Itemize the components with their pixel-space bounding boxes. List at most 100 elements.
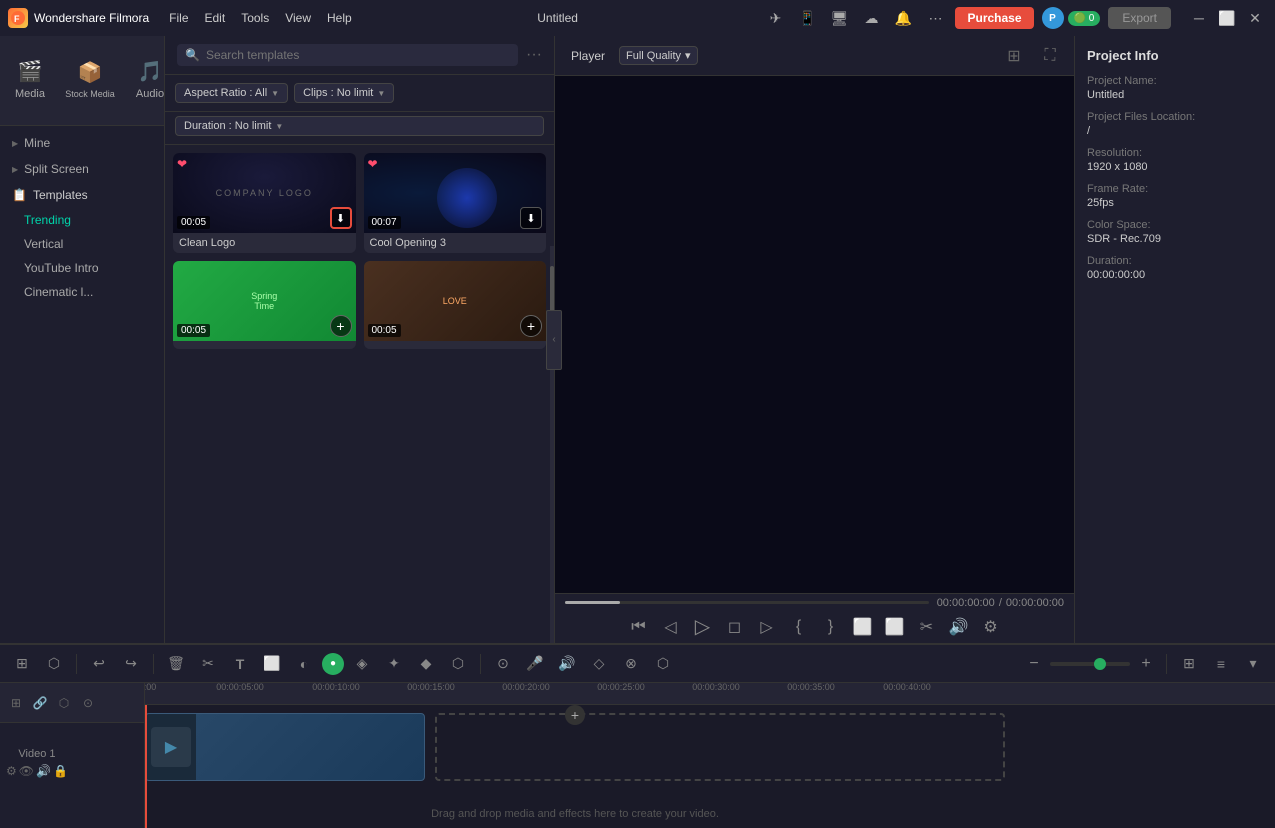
speed-button[interactable]: ⬡ — [444, 650, 472, 678]
video-clip[interactable]: ▶ — [145, 713, 425, 781]
cut-button[interactable]: ✂ — [194, 650, 222, 678]
template-card-clean-logo[interactable]: COMPANY LOGO ❤ 00:05 ⬇ Clean Logo — [173, 153, 356, 253]
quality-select[interactable]: Full Quality ▾ — [619, 46, 698, 65]
nav-sub-trending[interactable]: Trending — [0, 208, 164, 232]
zoom-minus-button[interactable]: − — [1022, 652, 1046, 676]
add-media-button[interactable]: ⊞ — [8, 650, 36, 678]
screen-icon[interactable]: 🖥 — [827, 6, 851, 30]
nav-sub-cinematic[interactable]: Cinematic l... — [0, 280, 164, 304]
skip-back-button[interactable]: ⏮ — [625, 613, 653, 641]
nav-item-mine[interactable]: ▶ Mine — [0, 130, 164, 156]
player-settings[interactable]: ⚙ — [977, 613, 1005, 641]
bell-icon[interactable]: 🔔 — [891, 6, 915, 30]
template-card-spring[interactable]: SpringTime 00:05 + — [173, 261, 356, 349]
mark-out-button[interactable]: } — [817, 613, 845, 641]
stop-button[interactable]: ◻ — [721, 613, 749, 641]
rotate-button[interactable]: ◐ — [290, 650, 318, 678]
volume-button[interactable]: 🔊 — [945, 613, 973, 641]
nav-sub-vertical[interactable]: Vertical — [0, 232, 164, 256]
player-more2[interactable]: ⬜ — [881, 613, 909, 641]
collapse-track-button[interactable]: ⬡ — [54, 693, 74, 713]
mark-in-button[interactable]: { — [785, 613, 813, 641]
track-mute-icon[interactable]: 🔒 — [53, 764, 68, 778]
nav-sub-youtube-intro[interactable]: YouTube Intro — [0, 256, 164, 280]
toolbar-item-audio[interactable]: 🎵 Audio — [120, 36, 164, 125]
search-input[interactable] — [206, 48, 510, 62]
fullscreen-button[interactable]: ⛶ — [1036, 42, 1064, 70]
purchase-button[interactable]: Purchase — [955, 7, 1033, 29]
edit-button[interactable]: ✦ — [380, 650, 408, 678]
scissors-button[interactable]: ✂ — [913, 613, 941, 641]
add-btn-spring[interactable]: + — [330, 315, 352, 337]
track-settings-icon[interactable]: ⚙ — [6, 764, 17, 778]
aspect-ratio-filter[interactable]: Aspect Ratio : All ▼ — [175, 83, 288, 103]
clips-arrow-icon: ▼ — [377, 89, 385, 98]
add-btn-more[interactable]: + — [520, 315, 542, 337]
zoom-slider[interactable] — [1050, 662, 1130, 666]
menu-edit[interactable]: Edit — [205, 11, 226, 25]
track-lock-icon[interactable]: 🔊 — [36, 764, 51, 778]
audio-detach-button[interactable]: ⬡ — [40, 650, 68, 678]
undo-button[interactable]: ↩ — [85, 650, 113, 678]
duration-filter[interactable]: Duration : No limit ▼ — [175, 116, 544, 136]
templates-grid: COMPANY LOGO ❤ 00:05 ⬇ Clean Logo ❤ 00:0… — [165, 145, 554, 643]
add-track-button[interactable]: ⊞ — [6, 693, 26, 713]
redo-button[interactable]: ↪ — [117, 650, 145, 678]
menu-view[interactable]: View — [285, 11, 311, 25]
template-card-cool-opening[interactable]: ❤ 00:07 ⬇ Cool Opening 3 — [364, 153, 547, 253]
player-tab[interactable]: Player — [565, 47, 611, 65]
view-options-button[interactable]: ⊞ — [1175, 650, 1203, 678]
green-screen-button[interactable]: ● — [322, 653, 344, 675]
nav-item-split-screen[interactable]: ▶ Split Screen — [0, 156, 164, 182]
zoom-plus-button[interactable]: + — [1134, 652, 1158, 676]
transition2-button[interactable]: ⬡ — [649, 650, 677, 678]
delete-button[interactable]: 🗑 — [162, 650, 190, 678]
maximize-button[interactable]: ⬜ — [1215, 6, 1239, 30]
grid-view-button[interactable]: ⊞ — [1000, 42, 1028, 70]
keyframe-button[interactable]: ◇ — [585, 650, 613, 678]
player-more1[interactable]: ⬜ — [849, 613, 877, 641]
list-view-button[interactable]: ≡ — [1207, 650, 1235, 678]
close-button[interactable]: ✕ — [1243, 6, 1267, 30]
add-clip-button[interactable]: + — [565, 705, 585, 725]
track-eye-icon[interactable]: 👁 — [19, 764, 34, 778]
download-btn-clean-logo[interactable]: ⬇ — [330, 207, 352, 229]
progress-bar[interactable] — [565, 601, 929, 604]
template-card-more[interactable]: LOVE 00:05 + — [364, 261, 547, 349]
stabilize-button[interactable]: ⊗ — [617, 650, 645, 678]
prev-frame-button[interactable]: ◁ — [657, 613, 685, 641]
devices-icon[interactable]: 📱 — [795, 6, 819, 30]
cloud-icon[interactable]: ☁ — [859, 6, 883, 30]
voice2-button[interactable]: 🔊 — [553, 650, 581, 678]
voice-button[interactable]: 🎤 — [521, 650, 549, 678]
link-button[interactable]: 🔗 — [30, 693, 50, 713]
snap-button[interactable]: ⊙ — [78, 693, 98, 713]
menu-help[interactable]: Help — [327, 11, 352, 25]
color-button[interactable]: ◆ — [412, 650, 440, 678]
clips-filter[interactable]: Clips : No limit ▼ — [294, 83, 394, 103]
minimize-button[interactable]: ─ — [1187, 6, 1211, 30]
export-button[interactable]: Export — [1108, 7, 1171, 29]
menu-file[interactable]: File — [169, 11, 188, 25]
toolbar-item-stock[interactable]: 📦 Stock Media — [60, 36, 120, 125]
toolbar-item-media[interactable]: 🎬 Media — [0, 36, 60, 125]
record-button[interactable]: ⊙ — [489, 650, 517, 678]
zoom-thumb[interactable] — [1094, 658, 1106, 670]
nav-item-templates[interactable]: 📋 Templates — [0, 182, 164, 208]
points-icon[interactable]: ⋯ — [923, 6, 947, 30]
collapse-panel-button[interactable]: ‹ — [546, 310, 562, 370]
more-options-button[interactable]: ··· — [526, 46, 542, 64]
mask-button[interactable]: ◈ — [348, 650, 376, 678]
crop-button[interactable]: ⬜ — [258, 650, 286, 678]
download-btn-cool-opening[interactable]: ⬇ — [520, 207, 542, 229]
avatar[interactable]: P — [1042, 7, 1064, 29]
menu-tools[interactable]: Tools — [241, 11, 269, 25]
play-button[interactable]: ▷ — [689, 613, 717, 641]
toolbar-label-audio: Audio — [136, 88, 164, 100]
more-tl-button[interactable]: ▾ — [1239, 650, 1267, 678]
text-button[interactable]: T — [226, 650, 254, 678]
share-icon[interactable]: ✈ — [763, 6, 787, 30]
ctrl-buttons: ⏮ ◁ ▷ ◻ ▷ { } ⬜ ⬜ ✂ 🔊 ⚙ — [565, 613, 1064, 641]
next-frame-button[interactable]: ▷ — [753, 613, 781, 641]
audio-icon: 🎵 — [138, 59, 163, 84]
